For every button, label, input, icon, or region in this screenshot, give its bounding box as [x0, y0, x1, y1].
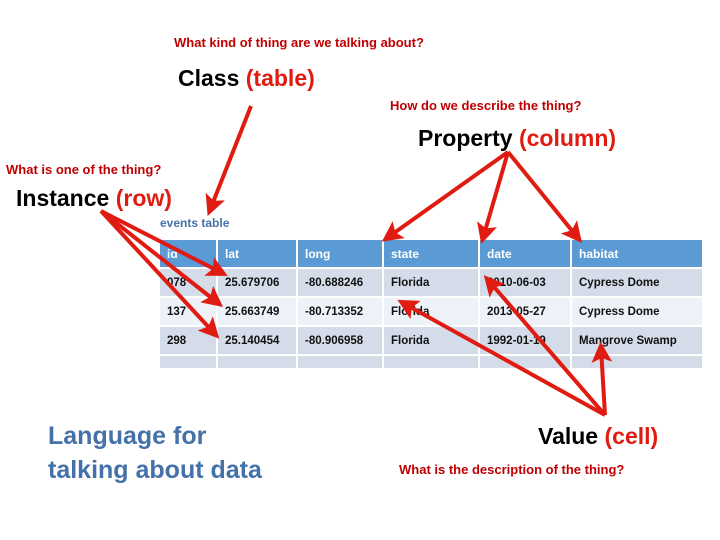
class-term-paren: (table): [245, 65, 315, 91]
events-table: id lat long state date habitat 078 25.67…: [158, 238, 704, 370]
cell-lat: 25.679706: [218, 269, 296, 296]
table-row[interactable]: 298 25.140454 -80.906958 Florida 1992-01…: [160, 327, 702, 354]
page-title-line-1: Language for: [48, 422, 207, 450]
class-question: What kind of thing are we talking about?: [174, 35, 424, 50]
class-term-word: Class: [178, 65, 240, 91]
column-header-id[interactable]: id: [160, 240, 216, 267]
column-header-habitat[interactable]: habitat: [572, 240, 702, 267]
table-row[interactable]: 078 25.679706 -80.688246 Florida 2010-06…: [160, 269, 702, 296]
cell-lat: 25.663749: [218, 298, 296, 325]
footer-cell: [218, 356, 296, 368]
cell-habitat: Mangrove Swamp: [572, 327, 702, 354]
cell-lat: 25.140454: [218, 327, 296, 354]
column-header-long[interactable]: long: [298, 240, 382, 267]
instance-term-word: Instance: [16, 185, 110, 211]
cell-date: 2013-05-27: [480, 298, 570, 325]
page-title: Language for talking about data: [48, 420, 262, 488]
cell-state: Florida: [384, 298, 478, 325]
cell-state: Florida: [384, 327, 478, 354]
value-question: What is the description of the thing?: [399, 462, 625, 477]
events-table-body: 078 25.679706 -80.688246 Florida 2010-06…: [160, 269, 702, 368]
instance-question: What is one of the thing?: [6, 162, 162, 177]
cell-date: 1992-01-19: [480, 327, 570, 354]
value-term: Value (cell): [538, 423, 659, 449]
instance-term: Instance (row): [16, 185, 172, 211]
arrow-property-to-date-header: [477, 151, 510, 245]
cell-state: Florida: [384, 269, 478, 296]
cell-date: 2010-06-03: [480, 269, 570, 296]
instance-term-paren: (row): [115, 185, 172, 211]
footer-cell: [298, 356, 382, 368]
column-header-date[interactable]: date: [480, 240, 570, 267]
cell-habitat: Cypress Dome: [572, 269, 702, 296]
cell-id: 078: [160, 269, 216, 296]
table-row[interactable]: 137 25.663749 -80.713352 Florida 2013-05…: [160, 298, 702, 325]
events-table-head: id lat long state date habitat: [160, 240, 702, 267]
value-term-paren: (cell): [604, 423, 659, 449]
footer-cell: [480, 356, 570, 368]
slide-canvas: What kind of thing are we talking about?…: [0, 0, 720, 540]
arrow-property-to-state-header: [381, 150, 510, 242]
table-footer-strip: [160, 356, 702, 368]
cell-id: 137: [160, 298, 216, 325]
events-table-header-row: id lat long state date habitat: [160, 240, 702, 267]
column-header-state[interactable]: state: [384, 240, 478, 267]
events-table-caption: events table: [160, 216, 230, 230]
property-term: Property (column): [418, 125, 617, 151]
footer-cell: [160, 356, 216, 368]
events-table-container: id lat long state date habitat 078 25.67…: [158, 238, 702, 370]
arrow-property-to-habitat-header: [506, 150, 583, 243]
property-term-paren: (column): [518, 125, 617, 151]
page-title-line-2: talking about data: [48, 455, 262, 484]
property-question: How do we describe the thing?: [390, 98, 582, 113]
class-term: Class (table): [178, 65, 315, 91]
column-header-lat[interactable]: lat: [218, 240, 296, 267]
property-term-word: Property: [418, 125, 513, 151]
cell-long: -80.713352: [298, 298, 382, 325]
arrow-class-to-table: [205, 105, 253, 216]
cell-long: -80.688246: [298, 269, 382, 296]
value-term-word: Value: [538, 423, 599, 449]
footer-cell: [384, 356, 478, 368]
cell-habitat: Cypress Dome: [572, 298, 702, 325]
cell-id: 298: [160, 327, 216, 354]
cell-long: -80.906958: [298, 327, 382, 354]
footer-cell: [572, 356, 702, 368]
